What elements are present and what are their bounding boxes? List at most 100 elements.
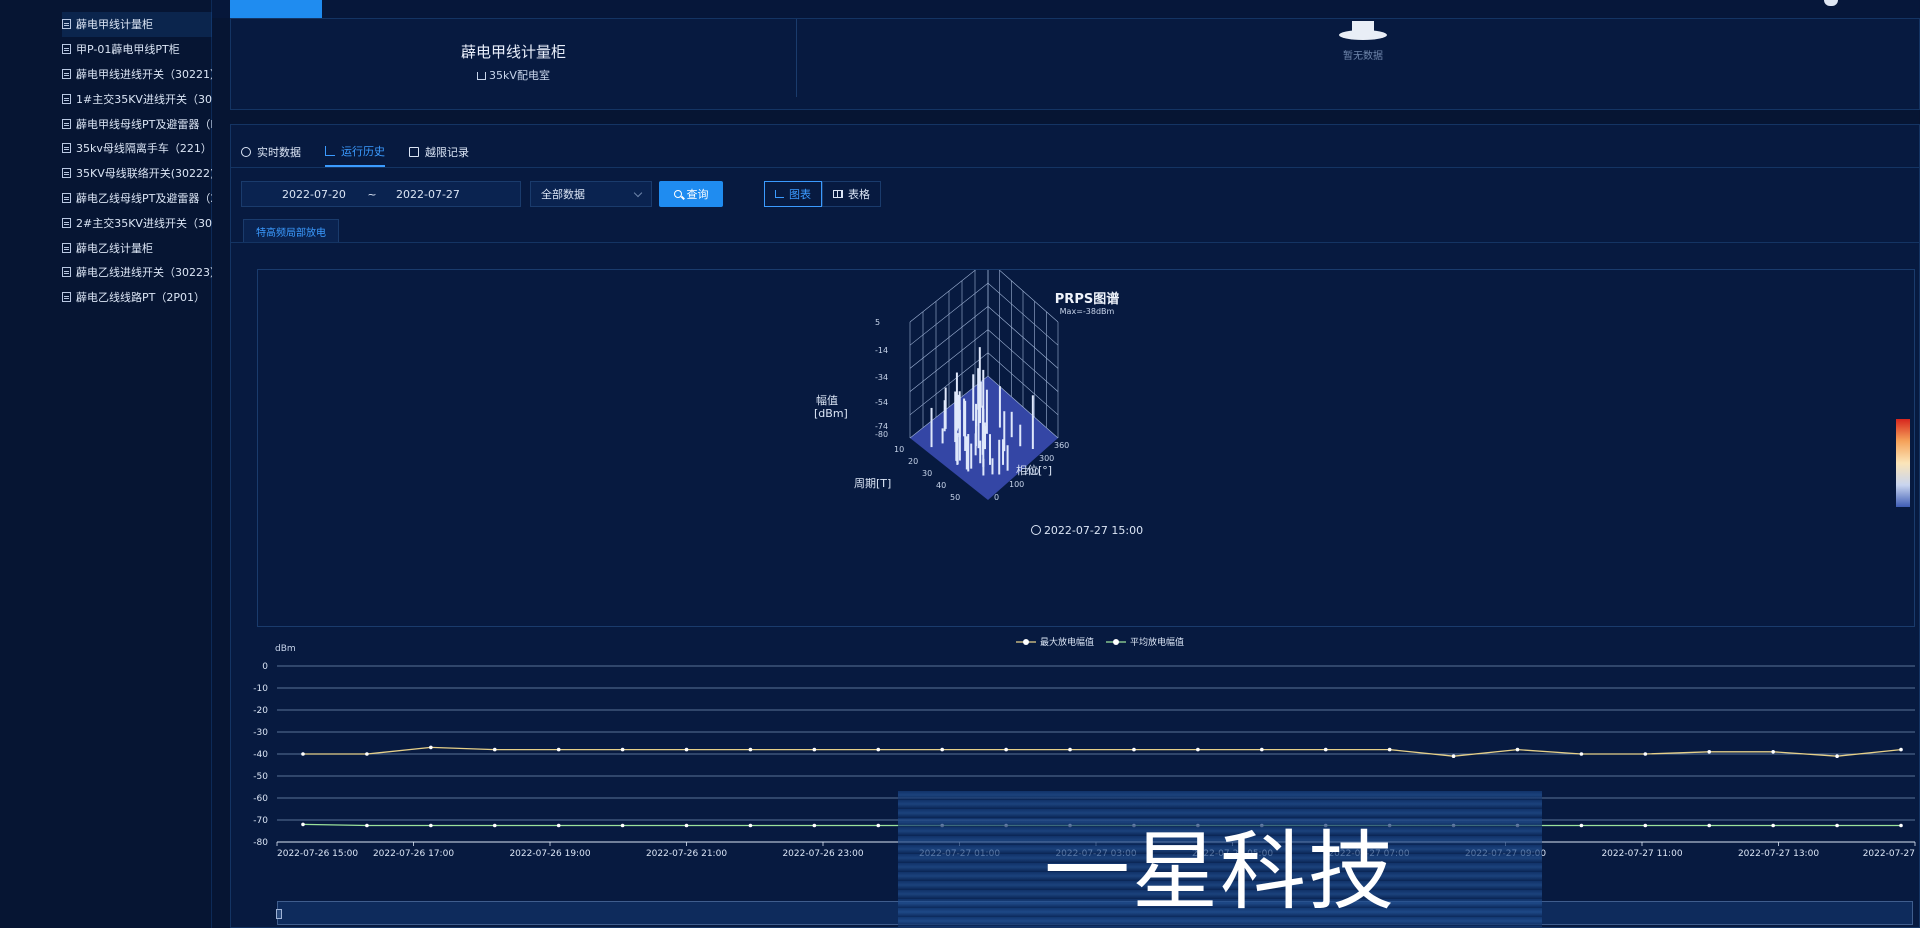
doc-icon (62, 168, 71, 179)
series-point (492, 823, 497, 828)
series-point (876, 747, 881, 752)
device-info-panel: 薜电甲线计量柜 35kV配电室 暂无数据 (230, 18, 1920, 110)
x-tick-label: 2022-07-26 17:00 (373, 849, 454, 859)
tree-item[interactable]: 薜电乙线线路PT（2P01） (62, 285, 212, 310)
device-location-text: 35kV配电室 (489, 69, 550, 82)
series-point (1387, 747, 1392, 752)
tree-item[interactable]: 薜电乙线母线PT及避雷器（2P） (62, 186, 212, 211)
legend-marker (1113, 639, 1119, 645)
series-point (1323, 747, 1328, 752)
series-point (1451, 754, 1456, 758)
series-point (556, 823, 561, 828)
tree-item-label: 薜电甲线计量柜 (76, 18, 153, 32)
y-tick-label: 0 (262, 662, 268, 672)
device-tree: 薜电甲线计量柜 甲P-01薜电甲线PT柜 薜电甲线进线开关（30221） 1#主… (62, 12, 212, 310)
device-name: 薜电甲线计量柜 (460, 43, 566, 61)
tree-item-label: 薜电甲线进线开关（30221） (76, 67, 212, 81)
y-tick-label: -30 (253, 728, 268, 738)
doc-icon (62, 192, 71, 203)
series-point (1835, 754, 1839, 758)
slider-handle[interactable] (276, 909, 282, 919)
series-line (303, 746, 1902, 757)
series-point (684, 747, 689, 752)
empty-box-icon (1339, 21, 1387, 40)
x-tick-label: 2022-07-27 13:00 (1738, 849, 1819, 859)
tree-item[interactable]: 薜电甲线母线PT及避雷器（PT） (62, 111, 212, 136)
series-point (301, 752, 305, 756)
tree-item[interactable]: 薜电乙线计量柜 (62, 235, 212, 260)
y-tick-label: -70 (253, 816, 268, 826)
tree-item-label: 35kv母线隔离手车（221） (76, 142, 212, 156)
x-tick-label: 2022-07-26 19:00 (509, 849, 590, 859)
tree-item-label: 薜电乙线计量柜 (76, 241, 153, 255)
y-tick-label: -50 (253, 772, 268, 782)
series-point (1707, 750, 1712, 754)
home-icon (477, 72, 487, 80)
tree-item[interactable]: 薜电乙线进线开关（30223） (62, 260, 212, 285)
x-tick-label: 2022-07-27 11:00 (1601, 849, 1682, 859)
y-tick-label: -60 (253, 794, 268, 804)
tree-item[interactable]: 薜电甲线进线开关（30221） (62, 62, 212, 87)
tree-item-label: 甲P-01薜电甲线PT柜 (76, 43, 180, 57)
series-point (365, 752, 369, 756)
user-icon[interactable] (1824, 0, 1838, 6)
series-point (1643, 823, 1648, 828)
series-point (1643, 752, 1648, 756)
watermark: 一星科技 (1044, 822, 1396, 922)
doc-icon (62, 292, 71, 303)
series-point (1707, 823, 1712, 828)
series-point (492, 747, 497, 752)
series-point (1515, 747, 1520, 752)
device-location: 35kV配电室 (231, 67, 796, 83)
tree-item-label: 薜电甲线母线PT及避雷器（PT） (76, 117, 212, 131)
series-point (812, 823, 817, 828)
series-point (556, 747, 561, 752)
doc-icon (62, 267, 71, 278)
series-point (301, 822, 305, 827)
y-tick-label: -10 (253, 684, 268, 694)
tree-item-label: 薜电乙线进线开关（30223） (76, 266, 212, 280)
y-tick-label: -40 (253, 750, 268, 760)
series-point (748, 747, 753, 752)
series-point (748, 823, 753, 828)
series-point (1579, 752, 1584, 756)
series-point (1899, 747, 1903, 752)
y-tick-label: -20 (253, 706, 268, 716)
series-point (429, 823, 433, 828)
tree-item[interactable]: 35KV母线联络开关(30222) (62, 161, 212, 186)
series-point (365, 823, 369, 828)
doc-icon (62, 44, 71, 55)
series-point (1260, 747, 1264, 752)
tree-item[interactable]: 2#主交35KV进线开关（30223） (62, 210, 212, 235)
tree-item-label: 35KV母线联络开关(30222) (76, 167, 212, 181)
tree-item[interactable]: 甲P-01薜电甲线PT柜 (62, 37, 212, 62)
series-point (1835, 823, 1839, 828)
tree-item[interactable]: 薜电甲线计量柜 (62, 12, 212, 37)
panel-divider (796, 19, 797, 97)
doc-icon (62, 118, 71, 129)
tree-item[interactable]: 35kv母线隔离手车（221） (62, 136, 212, 161)
legend-label: 平均放电幅值 (1130, 636, 1184, 648)
series-point (940, 747, 944, 752)
legend: 最大放电幅值 平均放电幅值 (1016, 636, 1184, 648)
series-point (1196, 747, 1200, 752)
x-tick-label: 2022-07-26 15:00 (277, 849, 358, 859)
legend-marker (1023, 639, 1029, 645)
y-axis-label: dBm (275, 644, 296, 654)
doc-icon (62, 242, 71, 253)
tree-item[interactable]: 1#主交35KV进线开关（30221） (62, 86, 212, 111)
tree-item-label: 1#主交35KV进线开关（30221） (76, 92, 212, 106)
series-point (1004, 747, 1008, 752)
x-tick-label: 2022-07-27 (1863, 849, 1915, 859)
doc-icon (62, 143, 71, 154)
series-point (684, 823, 689, 828)
tree-item-label: 2#主交35KV进线开关（30223） (76, 216, 212, 230)
tree-item-label: 薜电乙线母线PT及避雷器（2P） (76, 191, 212, 205)
main-panel: 实时数据 运行历史 越限记录 2022-07-20 ~ 2022-07-27 全… (230, 124, 1920, 928)
nav-item-active[interactable] (230, 0, 322, 18)
series-point (620, 747, 625, 752)
series-point (1899, 823, 1903, 828)
y-tick-label: -80 (253, 838, 268, 848)
series-point (876, 823, 881, 828)
series-point (1771, 823, 1775, 828)
